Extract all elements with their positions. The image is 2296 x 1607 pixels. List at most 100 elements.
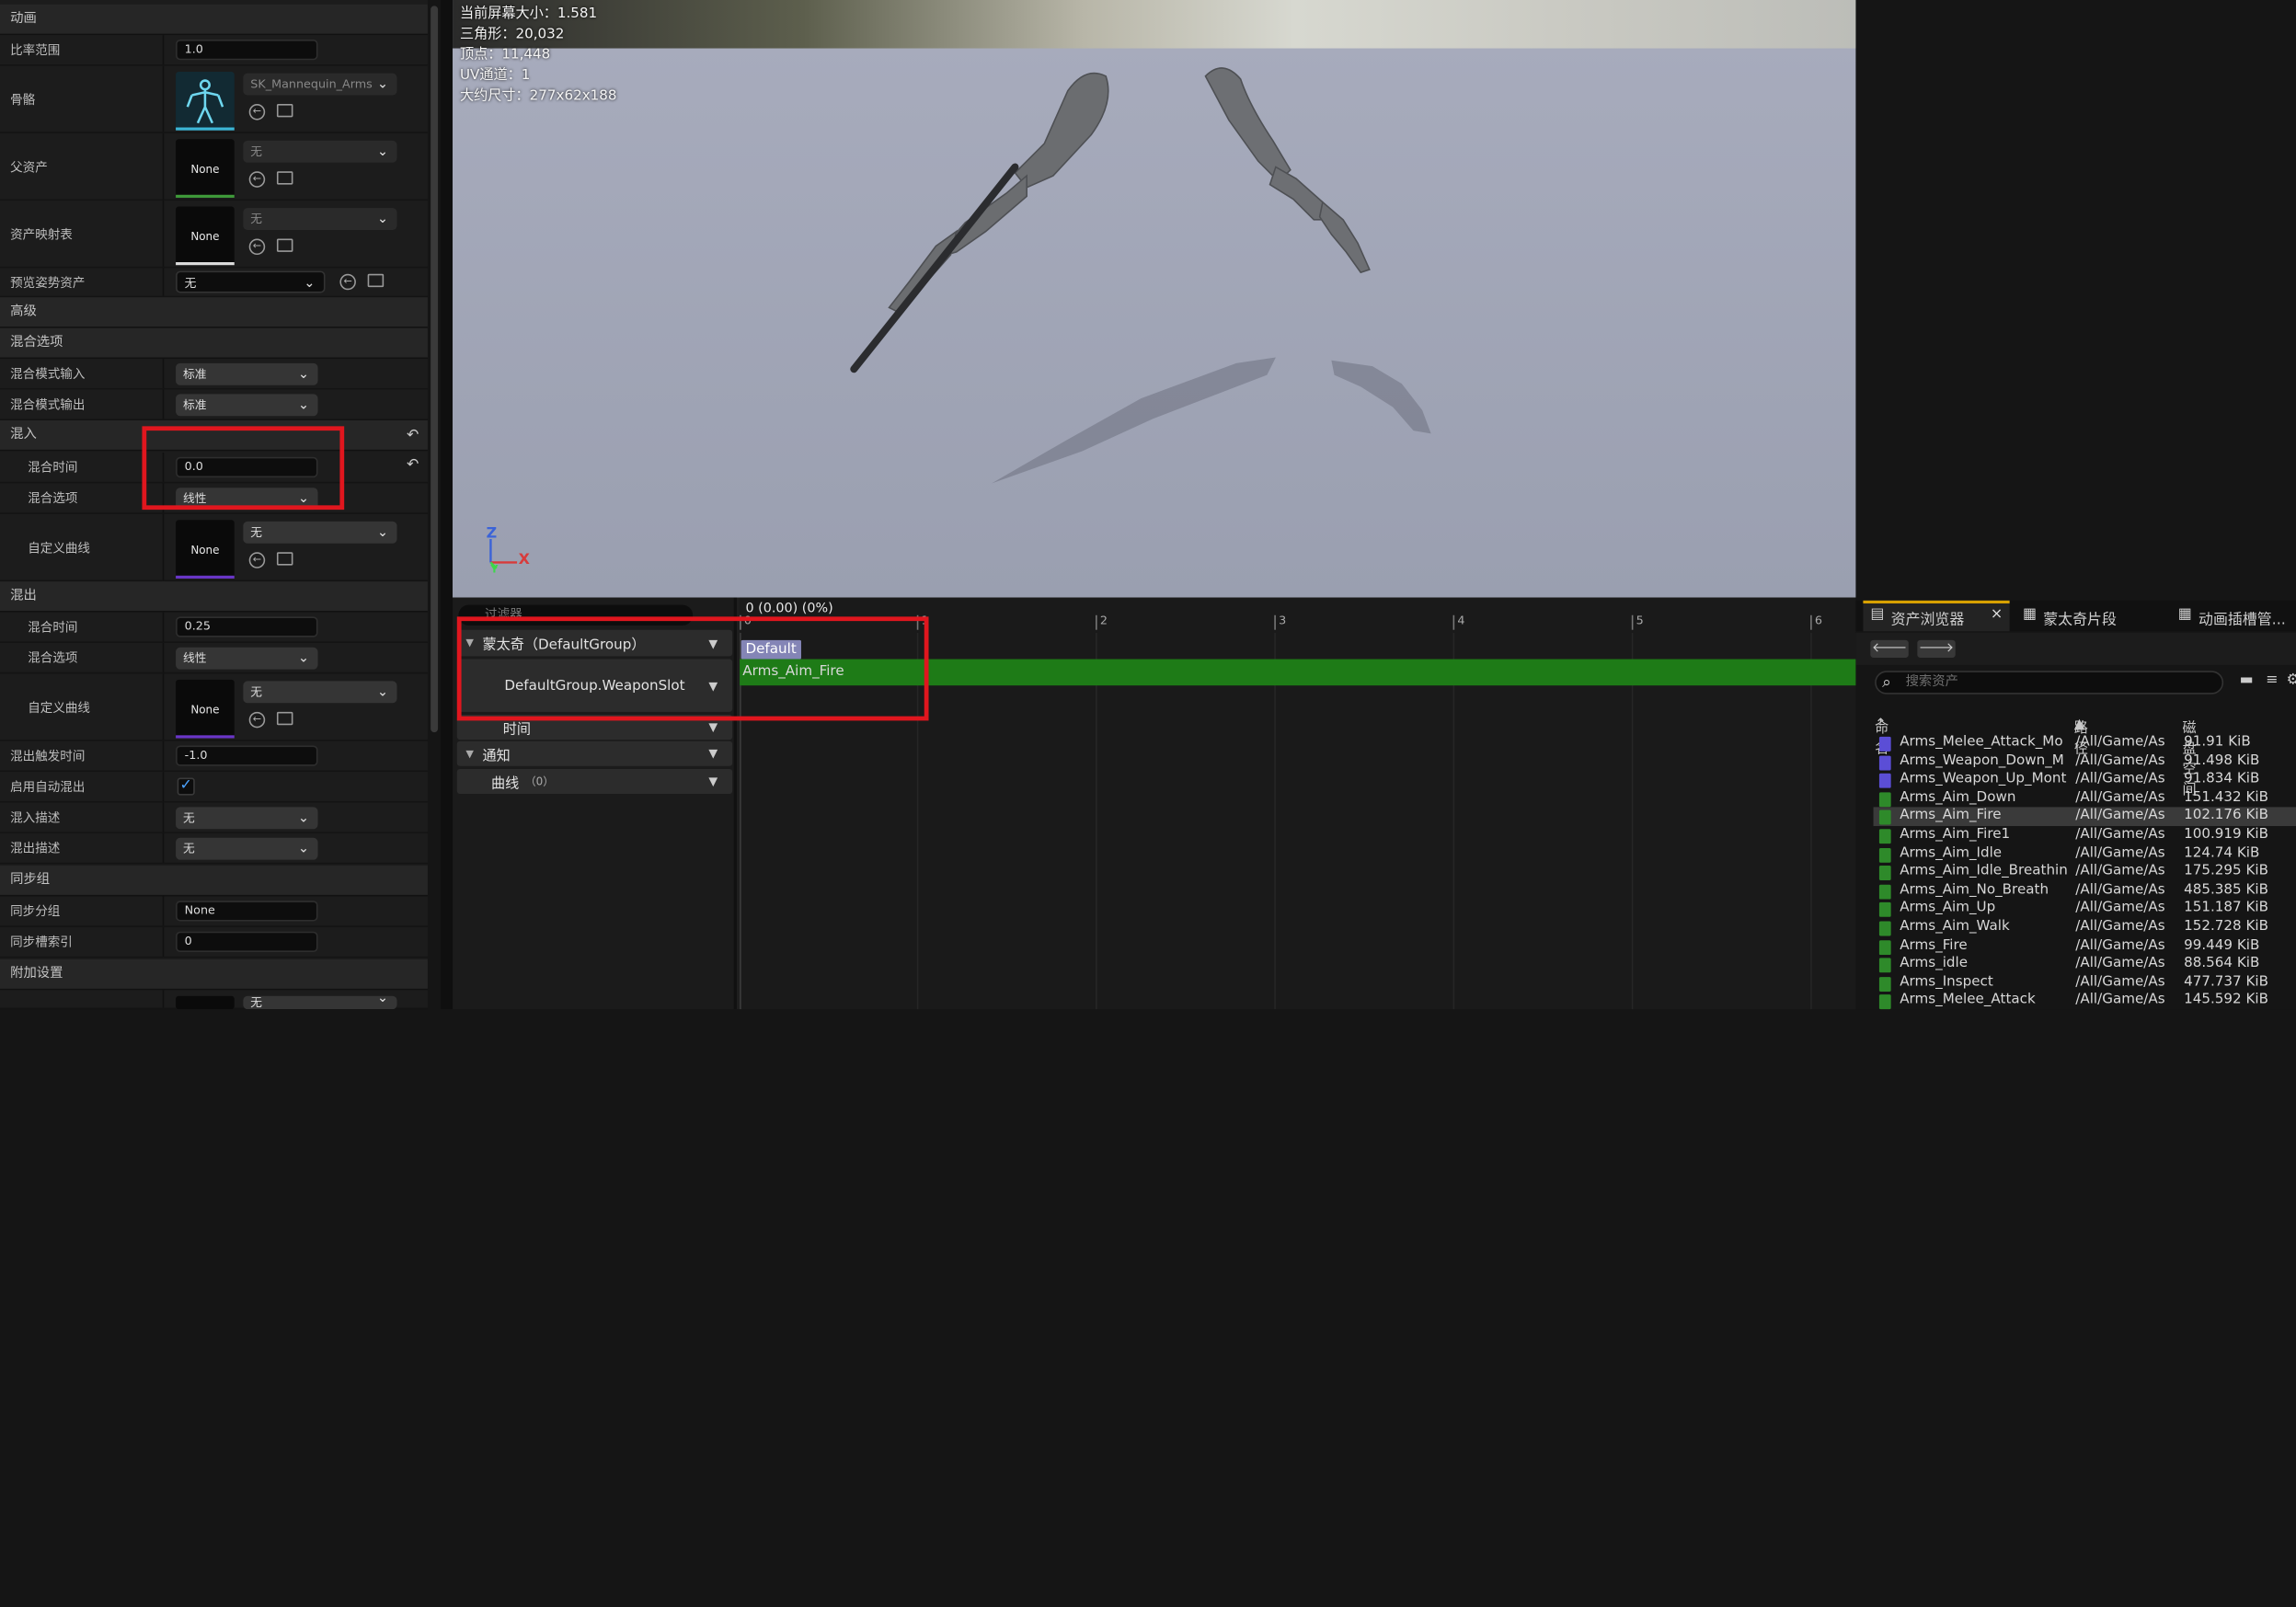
asset-size: 477.737 KiB xyxy=(2184,973,2268,991)
asset-row[interactable]: Arms_Aim_No_Breath/All/Game/As 485.385 Ki… xyxy=(1874,881,2296,900)
asset-row[interactable]: Arms_Weapon_Down_M/All/Game/As 91.498 KiB xyxy=(1874,752,2296,771)
category-label: 高级 xyxy=(10,304,37,320)
blend-out-curve-thumbnail[interactable]: None xyxy=(176,679,235,739)
notify-track[interactable]: ▼ 通知 ▼ xyxy=(456,740,733,766)
blend-out-curve-select[interactable]: 无 ⌄ xyxy=(243,681,397,704)
filter-icon[interactable]: ≡ xyxy=(2266,672,2278,689)
blend-in-curve-select[interactable]: 无 ⌄ xyxy=(243,521,397,544)
stat-vertices: 顶点：11,448 xyxy=(459,46,551,63)
browse-folder-icon[interactable] xyxy=(276,238,293,252)
additional-select[interactable]: 无 ⌄ xyxy=(243,993,397,1010)
blend-out-trigger-input[interactable]: -1.0 xyxy=(176,745,318,766)
category-blend-out[interactable]: 混出 xyxy=(0,581,428,613)
asset-row[interactable]: Arms_Weapon_Up_Mont/All/Game/As 91.834 Ki… xyxy=(1874,771,2296,789)
use-selected-icon[interactable]: ← xyxy=(248,552,266,568)
asset-row[interactable]: Arms_Aim_Idle/All/Game/As 124.74 KiB xyxy=(1874,844,2296,863)
ruler-tick: 2 xyxy=(1096,614,1108,630)
use-selected-icon[interactable]: ← xyxy=(248,171,266,188)
reset-icon[interactable]: ↶ xyxy=(407,420,419,451)
preview-pose-select[interactable]: 无 ⌄ xyxy=(176,270,326,293)
close-icon[interactable]: × xyxy=(1991,606,2003,623)
use-selected-icon[interactable]: ← xyxy=(248,238,266,256)
category-label: 附加设置 xyxy=(10,966,63,981)
browse-folder-icon[interactable] xyxy=(276,104,293,118)
blend-out-time-label: 混合时间 xyxy=(28,621,78,637)
tab-anim-slot-manager[interactable]: 动画插槽管... xyxy=(2198,606,2286,629)
chevron-down-icon[interactable]: ▼ xyxy=(708,775,718,787)
asset-row[interactable]: Arms_Melee_Attack/All/Game/As 145.592 KiB xyxy=(1874,993,2296,1011)
asset-row[interactable]: Arms_Aim_Fire/All/Game/As 102.176 KiB xyxy=(1873,807,2296,826)
category-blend-options[interactable]: 混合选项 xyxy=(0,327,428,360)
blend-in-desc-select[interactable]: 无 ⌄ xyxy=(176,807,318,830)
additional-thumbnail[interactable] xyxy=(176,995,235,1010)
curves-track[interactable]: ▼ 曲线 （0） ▼ xyxy=(456,768,733,795)
category-advanced[interactable]: 高级 xyxy=(0,297,428,328)
browse-folder-icon[interactable] xyxy=(276,711,293,726)
asset-type-icon xyxy=(1878,829,1891,844)
axis-z-label: Z xyxy=(486,525,498,543)
parent-asset-label: 父资产 xyxy=(10,160,48,176)
asset-row[interactable]: Arms_idle/All/Game/As 88.564 KiB xyxy=(1874,955,2296,973)
parent-asset-thumbnail[interactable]: None xyxy=(176,139,235,198)
asset-row[interactable]: Arms_Aim_Fire1/All/Game/As 100.919 KiB xyxy=(1874,826,2296,844)
asset-mapping-thumbnail[interactable]: None xyxy=(176,206,235,266)
tab-montage-sections[interactable]: 蒙太奇片段 xyxy=(2043,606,2117,629)
sync-slot-index-input[interactable]: 0 xyxy=(176,931,318,952)
asset-row[interactable]: Arms_Aim_Walk/All/Game/As 152.728 KiB xyxy=(1874,918,2296,936)
asset-row[interactable]: Arms_Aim_Down/All/Game/As 151.432 KiB xyxy=(1874,789,2296,808)
tab-asset-browser[interactable]: 资产浏览器 xyxy=(1891,606,1965,629)
sync-slot-group-input[interactable]: None xyxy=(176,901,318,922)
browse-folder-icon[interactable] xyxy=(276,171,293,185)
asset-type-icon xyxy=(1878,847,1891,863)
parent-asset-select[interactable]: 无 ⌄ xyxy=(243,140,397,163)
asset-name: Arms_Inspect xyxy=(1900,973,1993,991)
auto-blend-out-checkbox[interactable]: ✓ xyxy=(177,777,195,796)
category-additional[interactable]: 附加设置 xyxy=(0,958,428,991)
category-animation[interactable]: 动画 xyxy=(0,4,428,36)
grid-line xyxy=(1452,632,1455,1010)
browse-folder-icon[interactable] xyxy=(367,273,385,288)
blend-out-desc-select[interactable]: 无 ⌄ xyxy=(176,837,318,860)
asset-name: Arms_Aim_Idle xyxy=(1900,844,2003,861)
asset-path: /All/Game/As xyxy=(2075,900,2165,916)
rate-scale-input[interactable]: 1.0 xyxy=(176,39,318,61)
highlight-box-blend-in xyxy=(142,426,345,511)
use-selected-icon[interactable]: ← xyxy=(248,104,266,121)
skeleton-thumbnail[interactable] xyxy=(176,72,235,131)
chevron-down-icon: ⌄ xyxy=(297,811,309,827)
asset-row[interactable]: Arms_Aim_Up/All/Game/As 151.187 KiB xyxy=(1874,900,2296,918)
blend-in-curve-thumbnail[interactable]: None xyxy=(176,520,235,579)
asset-name: Arms_Melee_Attack_Mo xyxy=(1900,733,2063,751)
blend-out-time-input[interactable]: 0.25 xyxy=(176,616,318,637)
skeleton-select[interactable]: SK_Mannequin_Arms ⌄ xyxy=(243,73,397,96)
folder-icon[interactable]: ▬ xyxy=(2240,672,2254,689)
asset-row[interactable]: Arms_Aim_Idle_Breathin/All/Game/As 175.29… xyxy=(1874,863,2296,881)
category-sync-group[interactable]: 同步组 xyxy=(0,866,428,897)
reset-icon[interactable]: ↶ xyxy=(407,457,419,474)
viewport[interactable]: 当前屏幕大小：1.581 三角形：20,032 顶点：11,448 UV通道：1… xyxy=(453,0,1856,598)
row-blend-out-curve: 自定义曲线 None 无 ⌄ ← xyxy=(0,673,428,741)
asset-name: Arms_Weapon_Down_M xyxy=(1900,752,2064,769)
asset-row[interactable]: Arms_Inspect/All/Game/As 477.737 KiB xyxy=(1874,974,2296,993)
back-arrow-icon[interactable]: 🡐 xyxy=(1870,639,1909,658)
use-selected-icon[interactable]: ← xyxy=(248,711,266,729)
asset-path: /All/Game/As xyxy=(2075,733,2165,751)
settings-icon[interactable]: ⚙ xyxy=(2287,672,2296,689)
asset-row[interactable]: Arms_Fire/All/Game/As 99.449 KiB xyxy=(1874,936,2296,955)
row-sync-slot-group: 同步分组 None xyxy=(0,896,428,927)
blend-mode-in-select[interactable]: 标准 ⌄ xyxy=(176,362,318,385)
asset-type-icon xyxy=(1878,754,1891,770)
details-scrollbar[interactable] xyxy=(430,6,439,733)
asset-mapping-select[interactable]: 无 ⌄ xyxy=(243,208,397,230)
expand-triangle-icon[interactable]: ▼ xyxy=(465,748,474,760)
use-selected-icon[interactable]: ← xyxy=(339,273,356,291)
browse-folder-icon[interactable] xyxy=(276,552,293,566)
forward-arrow-icon[interactable]: 🡒 xyxy=(1917,639,1956,658)
panel-splitter[interactable] xyxy=(441,0,453,1010)
blend-mode-out-select[interactable]: 标准 ⌄ xyxy=(176,394,318,417)
chevron-down-icon[interactable]: ▼ xyxy=(708,720,718,733)
chevron-down-icon[interactable]: ▼ xyxy=(708,747,718,760)
blend-out-option-select[interactable]: 线性 ⌄ xyxy=(176,647,318,670)
asset-row[interactable]: Arms_Melee_Attack_Mo/All/Game/As 91.91 Ki… xyxy=(1874,734,2296,752)
asset-search-input[interactable]: 搜索资产 xyxy=(1875,671,2224,694)
